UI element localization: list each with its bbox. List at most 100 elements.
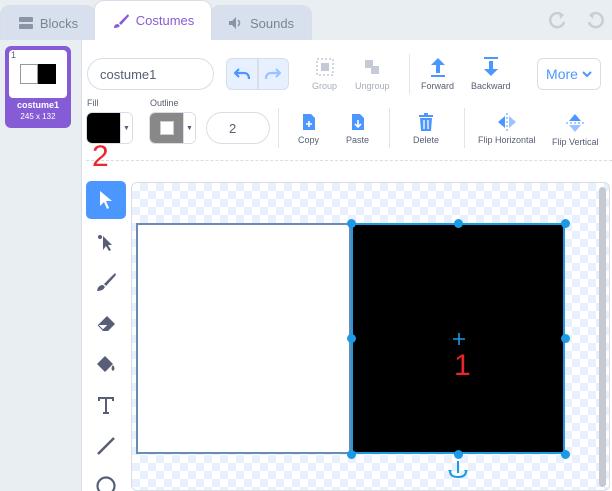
white-rectangle-shape[interactable] — [136, 223, 351, 454]
costume-name-input[interactable] — [87, 58, 214, 90]
rotation-handle-icon[interactable] — [447, 459, 469, 481]
ungroup-icon — [365, 60, 380, 74]
blocks-icon — [18, 17, 33, 29]
redo-icon — [265, 68, 282, 80]
flip-vertical-label: Flip Vertical — [552, 137, 599, 147]
stroke-width-input[interactable] — [206, 112, 270, 144]
circle-icon — [96, 476, 116, 491]
resize-handle[interactable] — [454, 219, 463, 228]
forward-label: Forward — [421, 81, 455, 91]
fill-color-swatch — [87, 113, 120, 143]
brush-icon — [113, 13, 129, 28]
outline-color-swatch — [150, 113, 183, 143]
backward-label: Backward — [471, 81, 511, 91]
drawing-canvas[interactable]: 1 — [131, 182, 610, 491]
flip-vertical-button[interactable]: Flip Vertical — [552, 112, 599, 147]
group-icon — [316, 58, 333, 76]
paint-editor-screen: Blocks Costumes Sounds 1 costume1 245 x … — [0, 0, 612, 491]
circle-tool[interactable] — [86, 467, 126, 491]
undo-icon — [233, 68, 250, 80]
paste-icon — [351, 114, 364, 130]
resize-handle[interactable] — [454, 450, 463, 459]
brush-tool[interactable] — [86, 263, 126, 301]
eraser-icon — [97, 316, 115, 331]
backward-icon — [483, 57, 498, 76]
text-tool[interactable] — [86, 386, 126, 424]
fill-icon — [97, 356, 115, 372]
flip-horizontal-icon — [497, 113, 516, 131]
costume-tile[interactable]: 1 costume1 245 x 132 — [5, 46, 71, 128]
annotation-1: 1 — [454, 349, 471, 382]
tab-bar: Blocks Costumes Sounds — [0, 0, 612, 40]
line-tool[interactable] — [86, 427, 126, 465]
undo-redo-group — [226, 58, 289, 90]
delete-label: Delete — [413, 135, 440, 145]
tab-costumes-label: Costumes — [135, 13, 195, 28]
costume-number: 1 — [11, 50, 17, 60]
copy-icon — [302, 114, 315, 130]
outline-label: Outline — [150, 98, 179, 108]
copy-label: Copy — [298, 135, 320, 145]
ungroup-label: Ungroup — [355, 81, 390, 91]
divider — [409, 54, 410, 94]
costume-list: 1 costume1 245 x 132 — [0, 40, 82, 491]
resize-handle[interactable] — [347, 450, 356, 459]
brush-icon — [97, 273, 116, 291]
forward-button[interactable]: Forward — [421, 56, 454, 91]
outline-color-picker[interactable]: ▼ — [149, 112, 196, 144]
redo-button[interactable] — [257, 58, 289, 90]
trash-icon — [419, 113, 433, 131]
tab-blocks-label: Blocks — [39, 15, 79, 31]
costume-thumbnail — [9, 50, 67, 98]
group-label: Group — [312, 81, 338, 91]
speaker-icon — [228, 17, 241, 29]
center-crosshair-icon — [453, 333, 465, 345]
text-icon — [98, 397, 114, 414]
vertical-scrollbar[interactable] — [599, 187, 606, 487]
divider — [464, 108, 465, 148]
divider — [389, 108, 390, 148]
select-icon — [100, 191, 112, 209]
caret-down-icon: ▼ — [120, 113, 132, 143]
redo-top-icon[interactable] — [547, 8, 569, 30]
group-button[interactable]: Group — [312, 56, 337, 91]
undo-button[interactable] — [226, 58, 258, 90]
toolbar-divider — [86, 160, 612, 161]
tab-sounds-label: Sounds — [249, 15, 295, 31]
paste-label: Paste — [346, 135, 370, 145]
flip-horizontal-button[interactable]: Flip Horizontal — [478, 112, 536, 145]
delete-button[interactable]: Delete — [413, 112, 439, 145]
flip-vertical-icon — [566, 114, 585, 132]
costume-size: 245 x 132 — [20, 112, 56, 121]
chevron-down-icon — [582, 70, 592, 77]
divider — [278, 108, 279, 148]
backward-button[interactable]: Backward — [471, 56, 511, 91]
resize-handle[interactable] — [561, 219, 570, 228]
fill-label: Fill — [87, 98, 99, 108]
caret-down-icon: ▼ — [183, 113, 195, 143]
select-tool[interactable] — [86, 181, 126, 219]
more-button[interactable]: More — [537, 58, 601, 90]
reshape-icon — [98, 235, 112, 251]
paint-editor: Group Ungroup Forward Backward More Fill… — [82, 40, 612, 491]
reshape-tool[interactable] — [86, 223, 126, 261]
annotation-2: 2 — [92, 140, 109, 173]
resize-handle[interactable] — [347, 219, 356, 228]
copy-button[interactable]: Copy — [298, 112, 319, 145]
costume-name: costume1 — [16, 100, 60, 110]
paste-button[interactable]: Paste — [346, 112, 369, 145]
eraser-tool[interactable] — [86, 304, 126, 342]
ungroup-button[interactable]: Ungroup — [355, 56, 390, 91]
more-label: More — [546, 66, 578, 82]
tab-costumes[interactable]: Costumes — [94, 0, 212, 40]
flip-horizontal-label: Flip Horizontal — [478, 135, 536, 145]
tab-blocks[interactable]: Blocks — [0, 5, 96, 40]
resize-handle[interactable] — [347, 334, 356, 343]
fill-tool[interactable] — [86, 345, 126, 383]
resize-handle[interactable] — [561, 334, 570, 343]
line-icon — [97, 437, 115, 455]
tab-sounds[interactable]: Sounds — [210, 5, 312, 40]
undo-top-icon[interactable] — [584, 8, 606, 30]
forward-icon — [430, 58, 445, 77]
resize-handle[interactable] — [561, 450, 570, 459]
